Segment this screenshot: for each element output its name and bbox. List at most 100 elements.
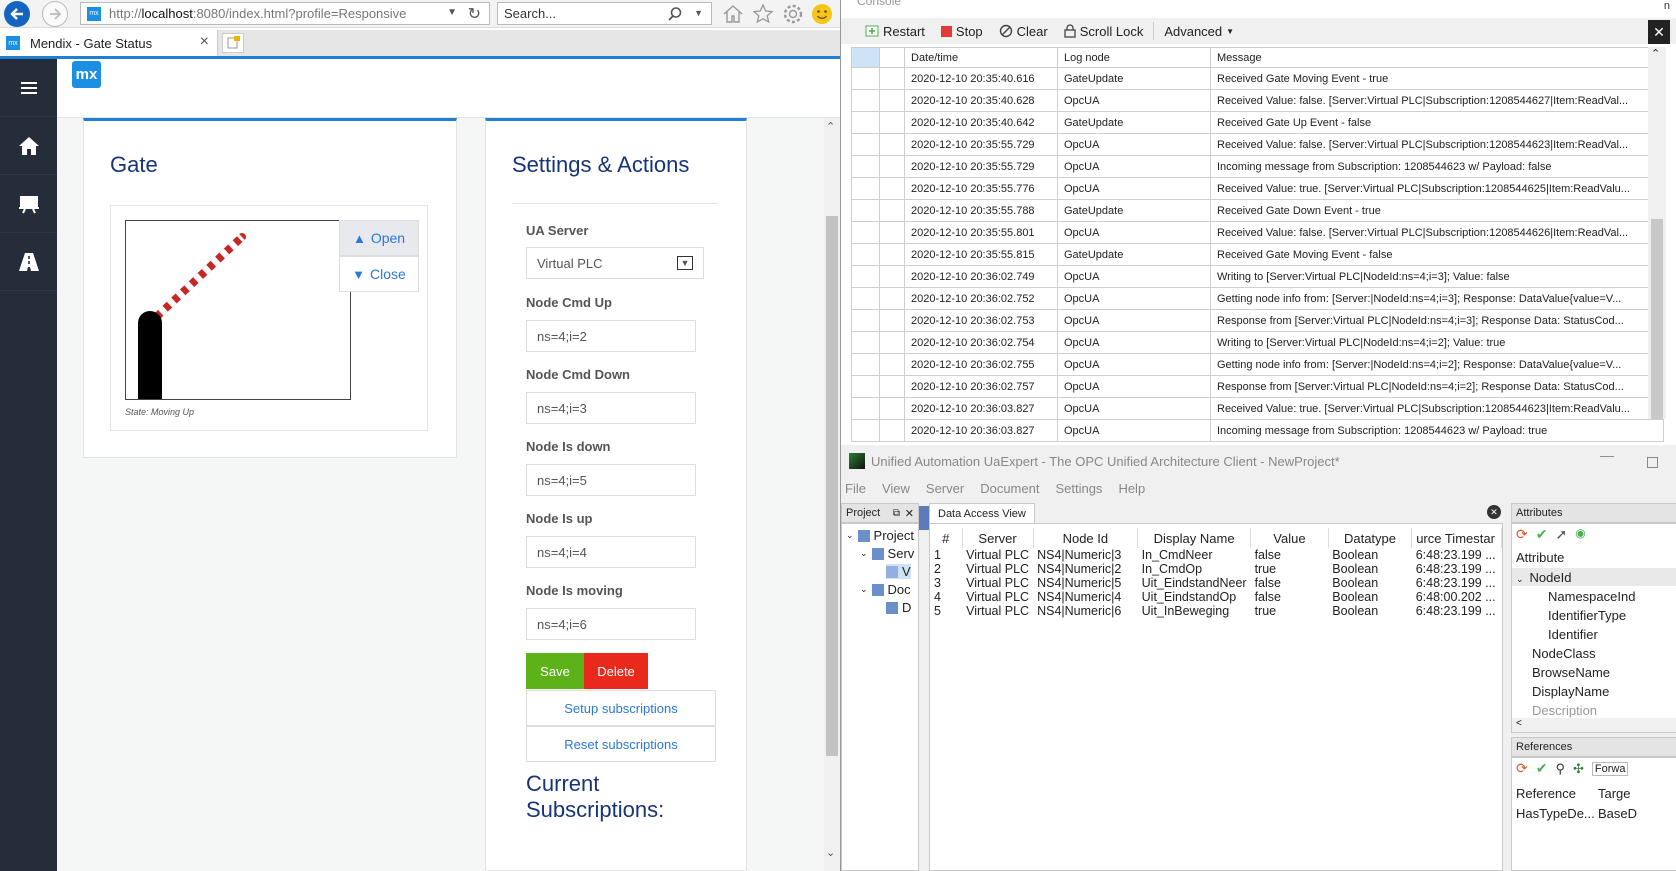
address-input[interactable]: mx http://localhost:8080/index.html?prof… [80, 2, 490, 25]
browser-tab-active[interactable]: mx Mendix - Gate Status × [0, 30, 218, 56]
refresh-icon[interactable]: ⟳ [1516, 760, 1528, 777]
stop-button[interactable]: Stop [935, 24, 989, 39]
log-row[interactable]: 2020-12-10 20:36:02.752 OpcUA Getting node… [851, 287, 1664, 310]
log-row-selector[interactable] [851, 155, 880, 178]
sidebar-item-home[interactable] [0, 117, 57, 175]
scroll-up-icon[interactable]: ⌃ [826, 120, 835, 133]
log-row[interactable]: 2020-12-10 20:36:02.754 OpcUA Writing to [… [851, 331, 1664, 354]
close-button[interactable]: ▼ Close [339, 256, 419, 292]
log-row-selector[interactable] [851, 133, 880, 156]
panel-float-icon[interactable]: ⧉ [893, 508, 900, 519]
dav-row[interactable]: 3 Virtual PLC NS4|Numeric|5 Uit_EindstandNe… [930, 576, 1502, 590]
attributes-hscrollbar[interactable]: < [1512, 718, 1676, 732]
log-row[interactable]: 2020-12-10 20:35:40.616 GateUpdate Receive… [851, 67, 1664, 90]
hierarchy-icon[interactable]: ⚲ [1555, 761, 1565, 777]
log-row-selector[interactable] [851, 199, 880, 222]
dav-row[interactable]: 4 Virtual PLC NS4|Numeric|4 Uit_EindstandOp… [930, 590, 1502, 604]
ua-server-select[interactable]: Virtual PLC ▼ [526, 247, 704, 279]
dav-header-datatype[interactable]: Datatype [1328, 528, 1413, 548]
log-row-selector[interactable] [851, 309, 880, 332]
log-row-selector[interactable] [851, 177, 880, 200]
dav-row[interactable]: 5 Virtual PLC NS4|Numeric|6 Uit_InBeweging t… [930, 604, 1502, 618]
log-row-selector[interactable] [851, 419, 880, 442]
check-icon[interactable]: ✔ [1536, 526, 1548, 543]
dav-header-source-timestamp[interactable]: urce Timestar [1411, 528, 1502, 548]
attr-row-identifier[interactable]: Identifier [1548, 627, 1598, 642]
sidebar-item-road[interactable] [0, 233, 57, 291]
log-row[interactable]: 2020-12-10 20:36:02.753 OpcUA Response fro… [851, 309, 1664, 332]
network-icon[interactable]: ✣ [1573, 761, 1584, 777]
address-dropdown-icon[interactable]: ▼ [447, 7, 457, 18]
log-row[interactable]: 2020-12-10 20:36:03.827 OpcUA Received Val… [851, 397, 1664, 420]
log-row-selector[interactable] [851, 221, 880, 244]
log-row[interactable]: 2020-12-10 20:35:40.628 OpcUA Received Val… [851, 89, 1664, 112]
log-row[interactable]: 2020-12-10 20:35:55.729 OpcUA Received Val… [851, 133, 1664, 156]
log-row-selector[interactable] [851, 67, 880, 90]
log-row-selector[interactable] [851, 397, 880, 420]
attr-row-description[interactable]: Description [1532, 703, 1597, 718]
dav-header-nodeid[interactable]: Node Id [1033, 528, 1139, 548]
open-button[interactable]: ▲ Open [339, 220, 419, 256]
node-is-up-input[interactable]: ns=4;i=4 [526, 536, 696, 568]
tab-close-icon[interactable]: × [200, 33, 209, 51]
clear-button[interactable]: Clear [993, 24, 1054, 39]
menu-view[interactable]: View [882, 481, 910, 496]
panel-close-icon[interactable]: ✕ [905, 507, 914, 520]
menu-server[interactable]: Server [926, 481, 964, 496]
search-dropdown-icon[interactable]: ▼ [694, 8, 703, 18]
page-scrollbar[interactable]: ⌃ ⌄ [824, 118, 840, 871]
new-tab-button[interactable] [222, 33, 244, 53]
menu-document[interactable]: Document [980, 481, 1039, 496]
tree-item-documents[interactable]: ⌄ Doc [860, 582, 911, 597]
log-row[interactable]: 2020-12-10 20:35:55.776 OpcUA Received Val… [851, 177, 1664, 200]
radio-icon[interactable]: ◉ [1575, 526, 1585, 543]
minimize-button[interactable]: — [1600, 447, 1614, 463]
dav-header-displayname[interactable]: Display Name [1137, 528, 1252, 548]
home-icon[interactable] [722, 4, 744, 24]
log-header-selector[interactable] [851, 47, 880, 68]
attr-row-browsename[interactable]: BrowseName [1532, 665, 1610, 680]
attr-row-namespaceindex[interactable]: NamespaceInd [1548, 589, 1635, 604]
dav-row[interactable]: 2 Virtual PLC NS4|Numeric|2 In_CmdOp true Boo… [930, 562, 1502, 576]
refresh-icon[interactable]: ⟳ [1516, 526, 1528, 543]
refresh-icon[interactable]: ↻ [468, 4, 481, 24]
log-row[interactable]: 2020-12-10 20:35:55.801 OpcUA Received Val… [851, 221, 1664, 244]
search-icon[interactable] [667, 6, 683, 22]
favorites-star-icon[interactable] [752, 3, 774, 25]
log-row-selector[interactable] [851, 287, 880, 310]
log-row-selector[interactable] [851, 89, 880, 112]
log-row[interactable]: 2020-12-10 20:35:40.642 GateUpdate Receive… [851, 111, 1664, 134]
sidebar-item-presentation[interactable] [0, 175, 57, 233]
advanced-dropdown[interactable]: Advanced ▼ [1158, 24, 1240, 39]
dav-header-server[interactable]: Server [962, 528, 1034, 548]
node-is-down-input[interactable]: ns=4;i=5 [526, 464, 696, 496]
delete-button[interactable]: Delete [584, 653, 648, 689]
log-row[interactable]: 2020-12-10 20:36:02.757 OpcUA Response fro… [851, 375, 1664, 398]
node-is-moving-input[interactable]: ns=4;i=6 [526, 608, 696, 640]
settings-gear-icon[interactable] [782, 3, 804, 25]
attr-row-nodeid[interactable]: ⌄ NodeId [1516, 570, 1571, 585]
forward-select[interactable]: Forwa [1591, 761, 1629, 776]
scroll-thumb[interactable] [826, 216, 838, 756]
log-row[interactable]: 2020-12-10 20:35:55.788 GateUpdate Receive… [851, 199, 1664, 222]
hamburger-menu-button[interactable] [0, 59, 57, 117]
mendix-logo[interactable]: mx [72, 61, 101, 88]
back-button[interactable] [4, 1, 30, 27]
attr-row-nodeclass[interactable]: NodeClass [1532, 646, 1596, 661]
attr-row-displayname[interactable]: DisplayName [1532, 684, 1609, 699]
log-header-datetime[interactable]: Date/time [904, 47, 1058, 68]
node-cmd-up-input[interactable]: ns=4;i=2 [526, 320, 696, 352]
log-row-selector[interactable] [851, 375, 880, 398]
console-scroll-thumb[interactable] [1651, 219, 1663, 419]
menu-settings[interactable]: Settings [1055, 481, 1102, 496]
check-icon[interactable]: ✔ [1536, 760, 1548, 777]
log-header-message[interactable]: Message [1210, 47, 1664, 68]
tree-item-servers[interactable]: ⌄ Serv [860, 546, 914, 561]
log-row-selector[interactable] [851, 265, 880, 288]
ref-row-reference[interactable]: HasTypeDe... [1516, 806, 1595, 821]
tree-item-project[interactable]: ⌄ Project [846, 528, 914, 543]
log-row-selector[interactable] [851, 243, 880, 266]
log-row[interactable]: 2020-12-10 20:36:02.755 OpcUA Getting node… [851, 353, 1664, 376]
scroll-down-icon[interactable]: ⌄ [826, 846, 835, 859]
feedback-smiley-icon[interactable] [811, 3, 833, 25]
